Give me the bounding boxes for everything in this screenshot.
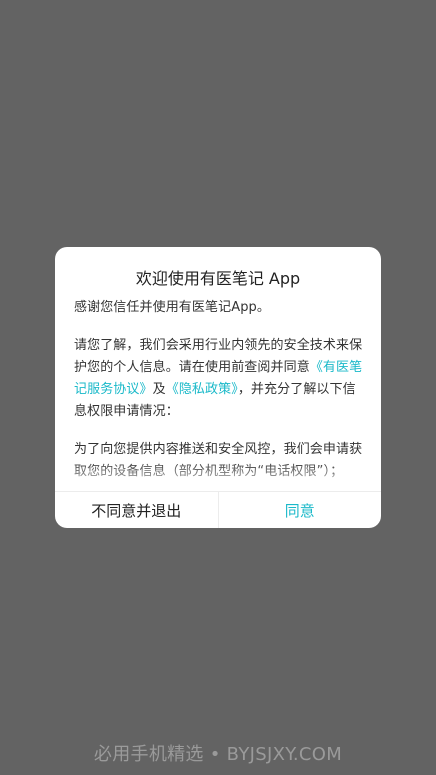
scroll-fade: [55, 461, 381, 491]
decline-exit-button[interactable]: 不同意并退出: [55, 492, 219, 528]
agree-button[interactable]: 同意: [219, 492, 382, 528]
dialog-body-scroll[interactable]: 感谢您信任并使用有医笔记App。 请您了解，我们会采用行业内领先的安全技术来保护…: [74, 297, 364, 479]
dialog-button-bar: 不同意并退出 同意: [55, 491, 381, 528]
privacy-dialog: 欢迎使用有医笔记 App 感谢您信任并使用有医笔记App。 请您了解，我们会采用…: [55, 247, 381, 528]
security-paragraph: 请您了解，我们会采用行业内领先的安全技术来保护您的个人信息。请在使用前查阅并同意…: [74, 335, 364, 423]
dialog-title: 欢迎使用有医笔记 App: [135, 269, 301, 288]
security-text-and: 及: [152, 382, 166, 397]
watermark-text: 必用手机精选 • BYJSJXY.COM: [93, 744, 343, 765]
intro-paragraph: 感谢您信任并使用有医笔记App。: [74, 300, 270, 315]
privacy-policy-link[interactable]: 《隐私政策》: [166, 382, 238, 397]
